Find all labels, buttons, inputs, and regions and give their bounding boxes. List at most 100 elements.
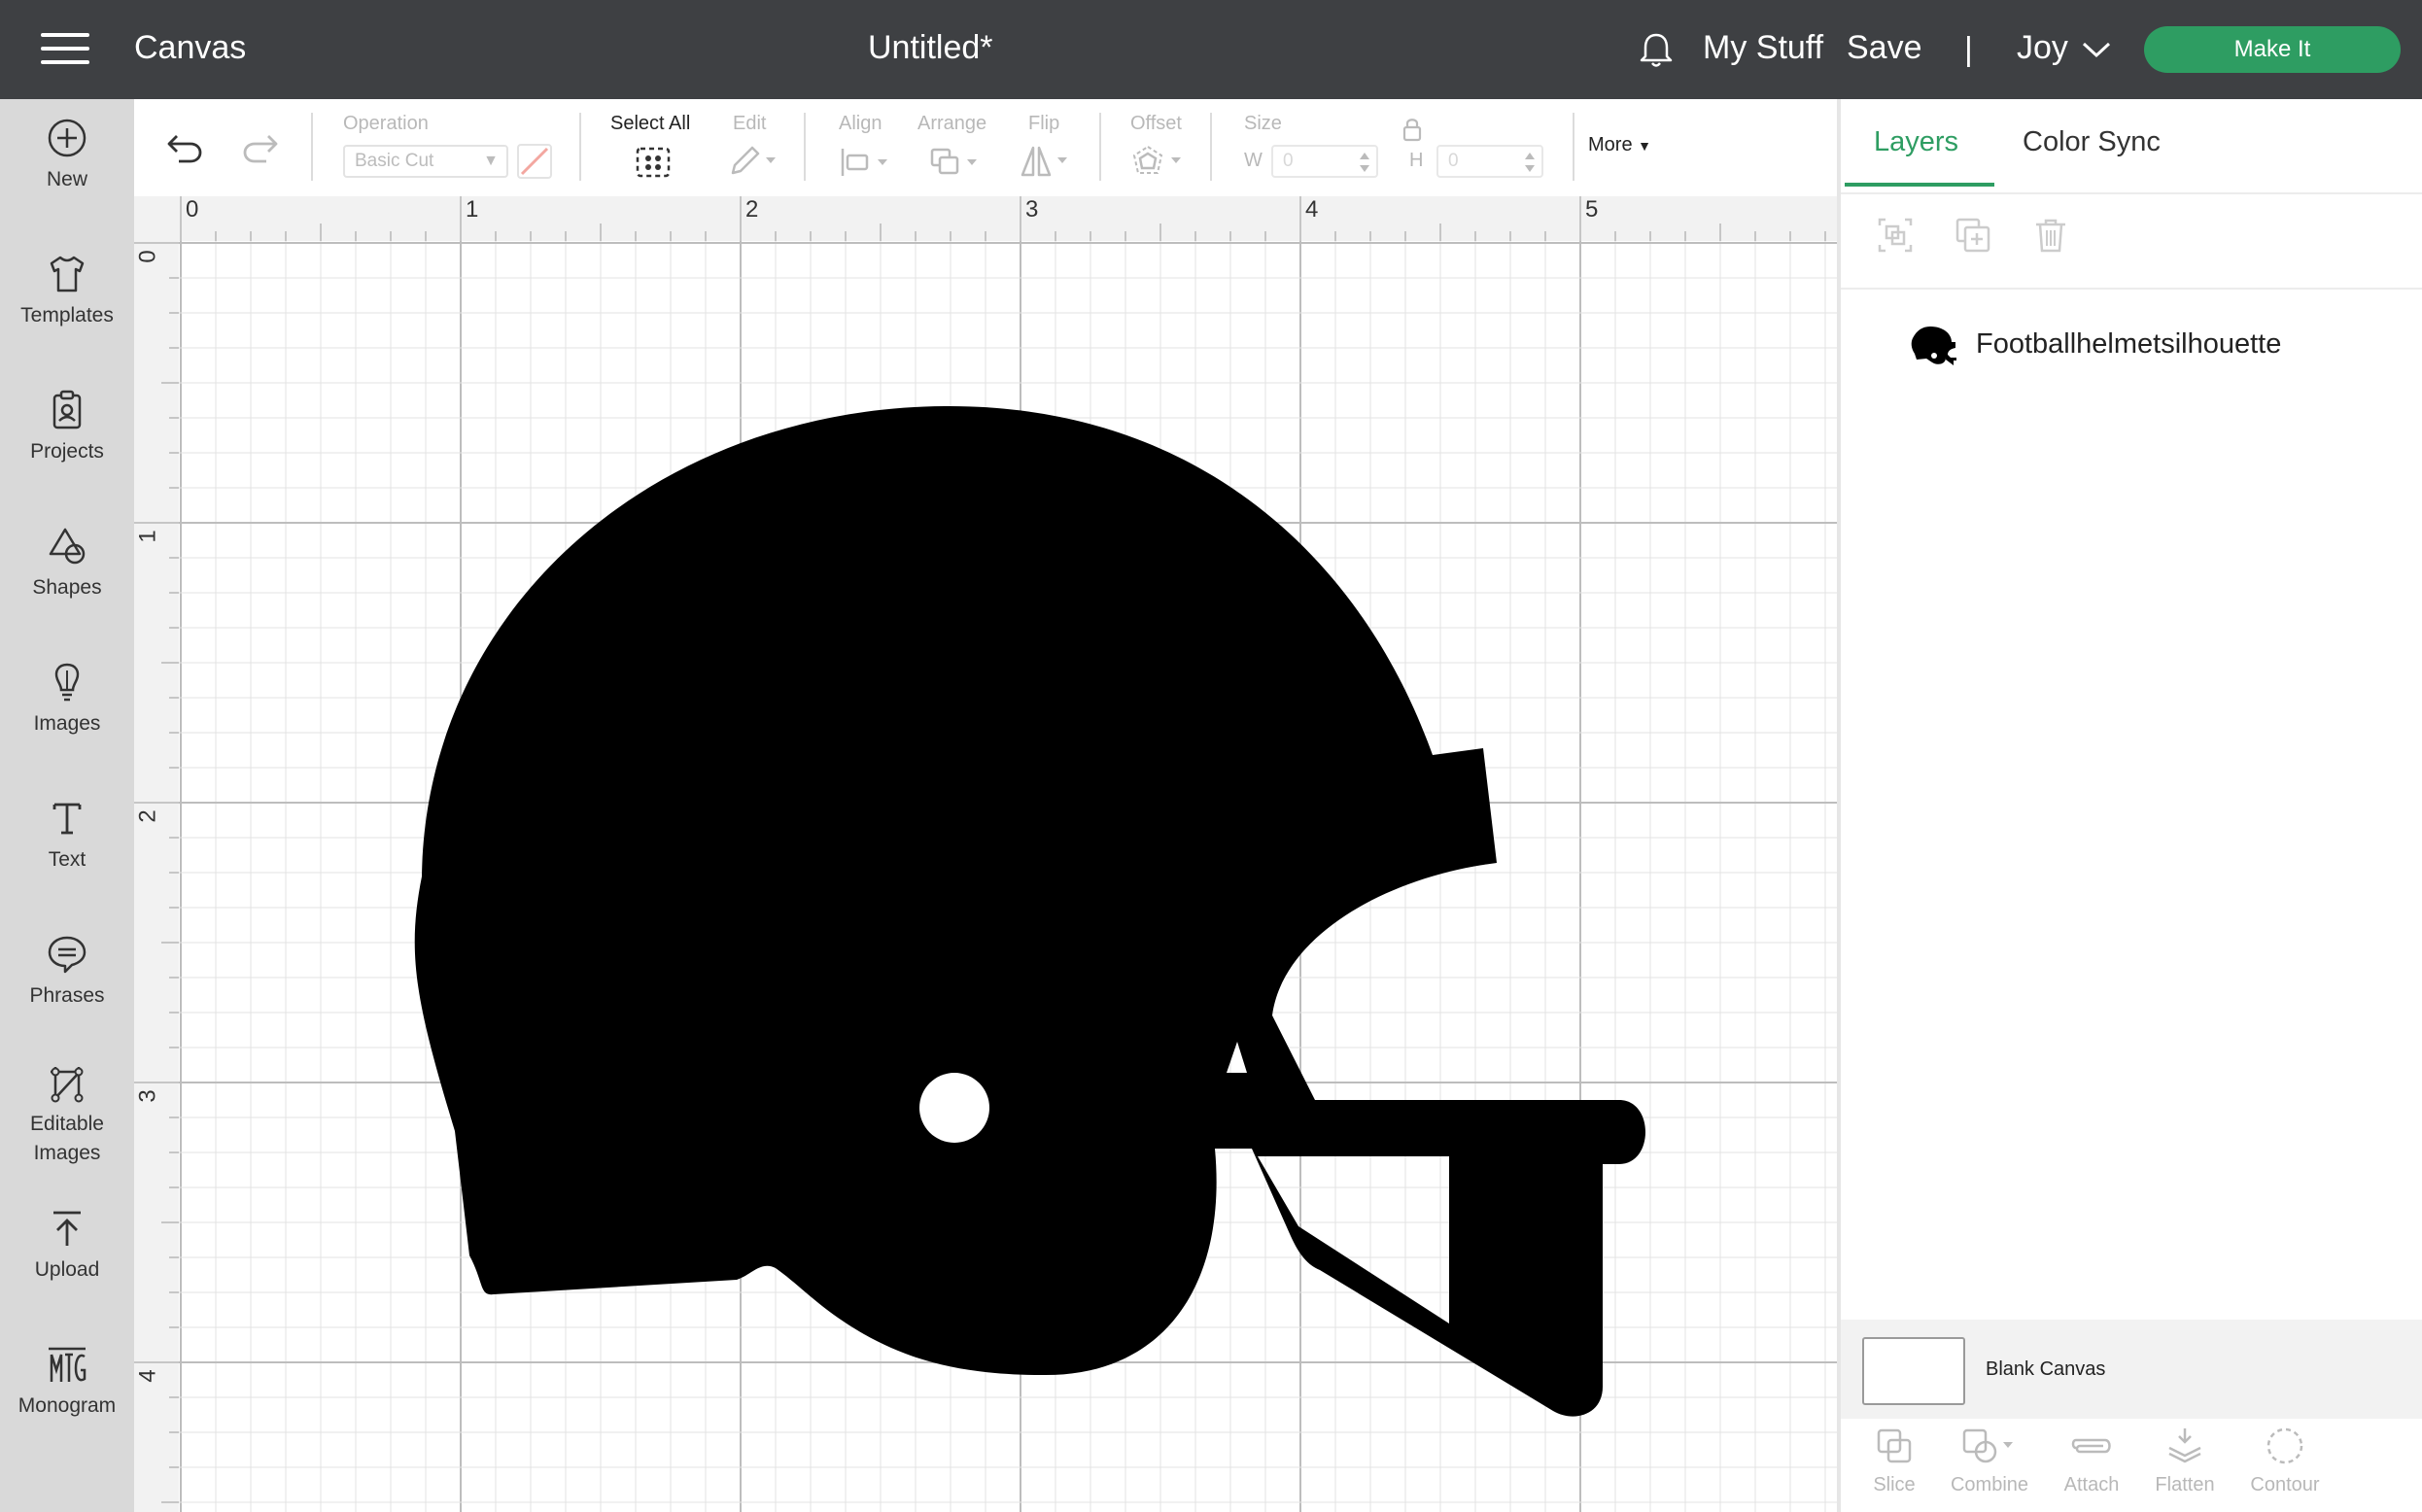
left-sidebar: New Templates Projects Shapes Images Tex…: [0, 99, 134, 1512]
sidebar-item-label: Phrases: [29, 984, 105, 1007]
flatten-label: Flatten: [2155, 1474, 2215, 1495]
sidebar-item-templates[interactable]: Templates: [0, 253, 134, 330]
group-icon[interactable]: [1876, 216, 1915, 255]
edit-toolbar: Operation Basic Cut ▼ Select All Edit Al…: [134, 99, 1837, 196]
right-panel: Layers Color Sync Footballhelmetsilhouet…: [1837, 99, 2422, 1512]
size-label: Size: [1244, 113, 1282, 134]
header-divider: |: [1964, 31, 1973, 68]
tab-color-sync[interactable]: Color Sync: [2023, 126, 2161, 158]
sidebar-item-monogram[interactable]: Monogram: [0, 1343, 134, 1421]
make-it-button[interactable]: Make It: [2144, 26, 2401, 73]
combine-icon: [1962, 1428, 2013, 1463]
save-button[interactable]: Save: [1847, 29, 1922, 67]
lock-icon[interactable]: [1401, 117, 1423, 142]
sidebar-item-images[interactable]: Images: [0, 661, 134, 739]
chevron-down-icon[interactable]: [2081, 39, 2112, 60]
sidebar-item-label: Templates: [20, 304, 114, 326]
dropdown-arrow-icon: ▼: [483, 153, 499, 169]
select-all-icon[interactable]: [635, 146, 672, 179]
toolbar-separator: [579, 113, 581, 181]
height-stepper-icon[interactable]: [1523, 150, 1537, 175]
editable-image-icon: [51, 1067, 84, 1103]
tshirt-icon: [50, 256, 85, 292]
combine-button[interactable]: Combine: [1946, 1426, 2033, 1496]
layer-item[interactable]: Footballhelmetsilhouette: [1841, 311, 2422, 379]
align-icon[interactable]: [839, 146, 893, 179]
sidebar-item-label: Upload: [34, 1258, 100, 1281]
blank-canvas-swatch[interactable]: [1862, 1337, 1965, 1405]
design-canvas[interactable]: 0 1 2 3 4 5 0 1 2 3 4: [134, 196, 1837, 1512]
shapes-icon: [49, 528, 86, 565]
offset-icon[interactable]: [1130, 144, 1189, 179]
flip-icon[interactable]: [1019, 144, 1073, 179]
duplicate-icon[interactable]: [1954, 216, 1992, 255]
more-menu[interactable]: More ▼: [1588, 134, 1651, 156]
flatten-button[interactable]: Flatten: [2146, 1426, 2224, 1496]
layer-name: Footballhelmetsilhouette: [1976, 328, 2282, 360]
toolbar-separator: [804, 113, 806, 181]
top-header: Canvas Untitled* My Stuff Save | Joy Mak…: [0, 0, 2422, 99]
operation-label: Operation: [343, 113, 429, 134]
select-all-label: Select All: [610, 113, 691, 134]
clipboard-icon: [52, 390, 82, 430]
redo-icon[interactable]: [241, 130, 280, 165]
toolbar-separator: [1573, 113, 1574, 181]
sidebar-item-label: New: [46, 168, 87, 190]
sidebar-item-upload[interactable]: Upload: [0, 1207, 134, 1285]
color-swatch-icon[interactable]: [516, 143, 553, 180]
arrange-label: Arrange: [917, 113, 987, 134]
sidebar-item-text[interactable]: Text: [0, 797, 134, 875]
sidebar-item-projects[interactable]: Projects: [0, 389, 134, 466]
divider: [1841, 192, 2422, 194]
more-label: More: [1588, 134, 1633, 155]
sidebar-item-new[interactable]: New: [0, 117, 134, 194]
blank-canvas-label: Blank Canvas: [1986, 1358, 2106, 1380]
operation-value: Basic Cut: [355, 151, 434, 171]
sidebar-item-shapes[interactable]: Shapes: [0, 525, 134, 602]
attach-icon: [2071, 1438, 2111, 1454]
tab-layers[interactable]: Layers: [1874, 126, 1958, 158]
height-value: 0: [1448, 151, 1459, 171]
sidebar-item-label: Projects: [30, 440, 104, 463]
football-helmet-silhouette[interactable]: [134, 196, 1837, 1512]
sidebar-item-phrases[interactable]: Phrases: [0, 933, 134, 1011]
document-title[interactable]: Untitled*: [868, 29, 993, 67]
undo-icon[interactable]: [165, 130, 204, 165]
combine-label: Combine: [1950, 1474, 2029, 1495]
operation-select[interactable]: Basic Cut ▼: [343, 145, 508, 178]
offset-label: Offset: [1130, 113, 1182, 134]
attach-label: Attach: [2063, 1474, 2120, 1495]
sidebar-item-label: Editable Images: [30, 1113, 104, 1164]
width-label: W: [1244, 150, 1263, 171]
text-icon: [52, 803, 82, 835]
sidebar-item-editable-images[interactable]: Editable Images: [0, 1061, 134, 1168]
toolbar-separator: [311, 113, 313, 181]
contour-icon: [2266, 1427, 2303, 1464]
active-tab-indicator: [1845, 183, 1994, 187]
lightbulb-icon: [54, 663, 80, 702]
caret-down-icon: ▼: [1638, 138, 1651, 154]
attach-button[interactable]: Attach: [2053, 1426, 2130, 1496]
contour-button[interactable]: Contour: [2241, 1426, 2329, 1496]
arrange-icon[interactable]: [928, 146, 983, 179]
align-label: Align: [839, 113, 882, 134]
trash-icon[interactable]: [2031, 216, 2070, 255]
my-stuff-link[interactable]: My Stuff: [1703, 29, 1823, 67]
user-menu[interactable]: Joy: [2017, 29, 2068, 67]
upload-icon: [53, 1211, 81, 1246]
sidebar-item-label: Shapes: [32, 576, 102, 599]
notification-bell-icon[interactable]: [1635, 29, 1678, 72]
width-stepper-icon[interactable]: [1358, 150, 1371, 175]
slice-label: Slice: [1873, 1474, 1916, 1495]
flip-label: Flip: [1028, 113, 1060, 134]
speech-bubble-icon: [48, 936, 86, 974]
edit-label: Edit: [733, 113, 767, 134]
app-title: Canvas: [134, 29, 247, 66]
edit-pencil-icon[interactable]: [727, 144, 781, 179]
toolbar-separator: [1210, 113, 1212, 181]
divider: [1841, 288, 2422, 290]
hamburger-menu-icon[interactable]: [41, 33, 91, 66]
height-label: H: [1409, 150, 1424, 171]
slice-button[interactable]: Slice: [1860, 1426, 1928, 1496]
sidebar-item-label: Text: [48, 848, 86, 871]
